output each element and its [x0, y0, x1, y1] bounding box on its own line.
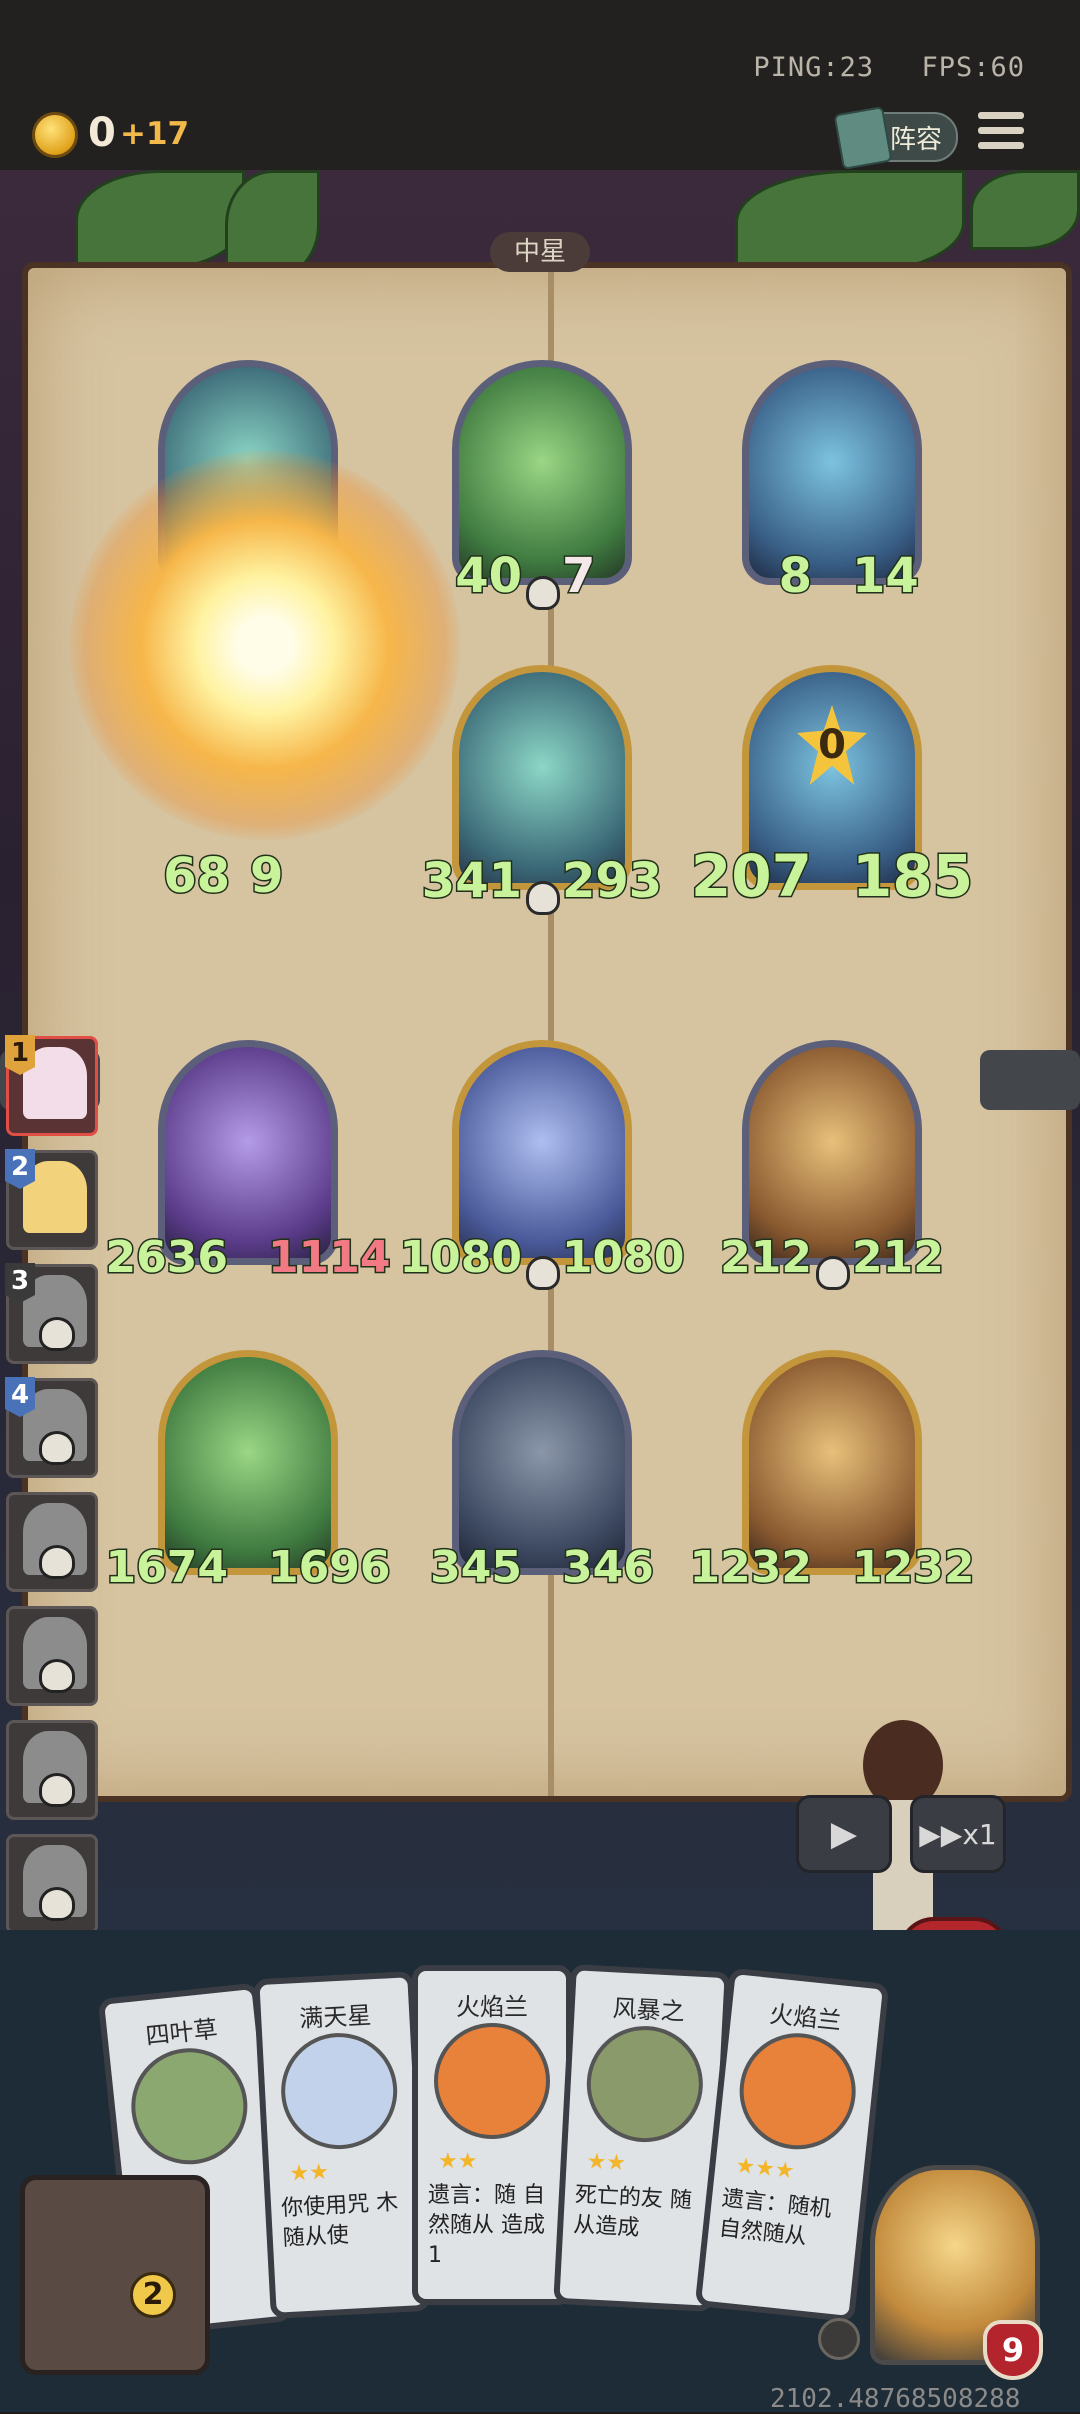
roster-slot[interactable]	[6, 1834, 98, 1934]
hamburger-icon	[978, 112, 1024, 119]
fps-value: FPS:60	[921, 52, 1025, 83]
minion-health: 1232	[850, 1542, 975, 1593]
lineup-button[interactable]: 阵容	[833, 106, 958, 170]
roster-slot[interactable]: 4	[5, 1377, 98, 1478]
minion-health: 185	[850, 842, 974, 910]
ally-minion[interactable]: 1674 1696	[104, 1350, 392, 1591]
minion-health: 9	[248, 848, 284, 904]
roster-slot[interactable]: 1	[5, 1035, 98, 1136]
rank-badge: 4	[5, 1377, 35, 1417]
star-rating-icon: ★★	[586, 2149, 627, 2177]
card-art	[583, 2023, 706, 2146]
roster-slot[interactable]: 2	[5, 1149, 98, 1250]
board-brace-right	[980, 1050, 1080, 1110]
card-art	[278, 2030, 401, 2153]
star-rating-icon: ★★	[288, 2159, 330, 2187]
ally-minion[interactable]: 212 212	[719, 1040, 945, 1290]
skull-icon	[526, 1256, 560, 1290]
card-art	[434, 2023, 550, 2139]
rank-badge: 2	[5, 1149, 35, 1189]
minion-health: 1696	[266, 1542, 391, 1593]
rank-badge: 3	[5, 1263, 35, 1303]
ally-minion[interactable]: 2636 1114	[104, 1040, 392, 1281]
card-text: 死亡的友 随从造成	[572, 2182, 693, 2241]
card-name: 火焰兰	[768, 2000, 843, 2036]
seed-readout: 2102.48768508288	[770, 2384, 1021, 2414]
ping-value: PING:23	[753, 52, 875, 83]
minion-health: 293	[553, 853, 664, 913]
minion-health: 14	[844, 548, 920, 608]
minion-health: 212	[851, 1232, 946, 1283]
minion-attack: 8	[759, 548, 821, 608]
book-icon	[833, 106, 893, 170]
leaf-decoration	[970, 170, 1080, 250]
ally-minion[interactable]: 345 346	[429, 1350, 655, 1591]
minion-attack: 68	[162, 848, 232, 904]
enemy-minion[interactable]: 341 293	[420, 665, 664, 915]
leaf-decoration	[735, 170, 965, 275]
gold-gain: +17	[120, 116, 190, 152]
skull-icon	[39, 1545, 75, 1579]
deck-count: 2	[130, 2272, 176, 2318]
skull-icon	[39, 1773, 75, 1807]
minion-health: 346	[561, 1542, 656, 1593]
sword-icon[interactable]	[818, 2318, 860, 2360]
minion-attack: 345	[429, 1542, 524, 1593]
lineup-label: 阵容	[889, 124, 942, 155]
minion-health: 1080	[560, 1232, 685, 1283]
card-text: 遗言：随 自然随从 造成1	[428, 2183, 545, 2268]
speed-button[interactable]: ▶▶x1	[910, 1795, 1006, 1873]
skull-icon	[39, 1431, 75, 1465]
play-button[interactable]: ▶	[796, 1795, 892, 1873]
deck-pile[interactable]	[20, 2175, 210, 2375]
minion-attack: 1080	[398, 1232, 523, 1283]
enemy-minion[interactable]: 68 9	[120, 660, 300, 904]
skull-icon	[39, 1887, 75, 1921]
player-health: 9	[983, 2320, 1043, 2380]
card-text: 你使用咒 木随从使	[280, 2190, 399, 2252]
skull-icon	[816, 1256, 850, 1290]
skull-icon	[526, 881, 560, 915]
enemy-minion[interactable]: 8 14	[742, 360, 922, 608]
minion-health: 1114	[266, 1232, 391, 1283]
menu-button[interactable]	[978, 112, 1024, 158]
card-art	[733, 2027, 862, 2156]
skull-icon	[39, 1317, 75, 1351]
top-bar: PING:23 FPS:60 0 +17 阵容	[0, 0, 1080, 170]
minion-attack: 1232	[688, 1542, 813, 1593]
minion-attack: 1674	[104, 1542, 229, 1593]
card-name: 风暴之	[612, 1994, 686, 2027]
gold-amount: 0	[88, 110, 116, 156]
rank-badge: 1	[5, 1035, 35, 1075]
minion-health: 7	[553, 548, 615, 608]
leaf-decoration	[75, 170, 245, 270]
skull-icon	[39, 1659, 75, 1693]
enemy-minion[interactable]: 0 207 185	[689, 665, 975, 907]
hand-card[interactable]: 满天星 ★★ 你使用咒 木随从使	[253, 1971, 431, 2319]
card-text: 遗言：随机 自然随从	[717, 2186, 833, 2250]
roster-slot[interactable]	[6, 1606, 98, 1706]
minion-attack: 40	[454, 548, 524, 604]
roster-slot[interactable]	[6, 1720, 98, 1820]
card-art	[125, 2042, 254, 2171]
minion-attack: 341	[420, 853, 523, 909]
gold-coin-icon	[32, 112, 78, 158]
star-rating-icon: ★★	[438, 2149, 478, 2174]
network-stats: PING:23 FPS:60	[753, 52, 1025, 83]
roster-slot[interactable]: 3	[5, 1263, 98, 1364]
skull-icon	[526, 576, 560, 610]
roster-slot[interactable]	[6, 1492, 98, 1592]
round-label: 中星	[490, 232, 590, 272]
minion-attack: 2636	[104, 1232, 229, 1283]
star-rating-icon: ★★★	[734, 2153, 796, 2185]
minion-attack: 212	[719, 1232, 814, 1283]
enemy-minion[interactable]: 40 7	[452, 360, 632, 610]
card-name: 满天星	[298, 2001, 372, 2034]
ally-minion[interactable]: 1080 1080	[398, 1040, 686, 1290]
ally-minion[interactable]: 1232 1232	[688, 1350, 976, 1591]
hand-card[interactable]: 火焰兰 ★★ 遗言：随 自然随从 造成1	[412, 1965, 572, 2305]
card-name: 火焰兰	[456, 1993, 528, 2021]
minion-attack: 207	[689, 842, 813, 910]
